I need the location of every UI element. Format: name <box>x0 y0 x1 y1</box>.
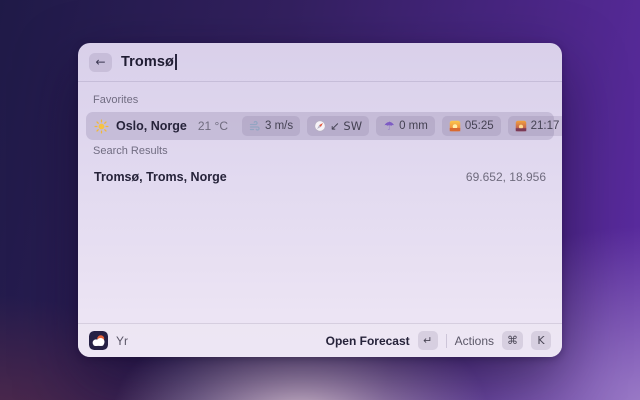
umbrella-icon: ☂ <box>383 119 395 133</box>
sunset-tag: 21:17 <box>507 116 562 136</box>
text-cursor <box>175 54 177 70</box>
precipitation-value: 0 mm <box>399 120 428 132</box>
back-button[interactable]: ← <box>89 52 112 72</box>
wind-speed-value: 3 m/s <box>265 120 294 132</box>
sunrise-icon <box>449 120 461 132</box>
favorite-title: Oslo, Norge <box>116 119 187 133</box>
yr-app-icon <box>89 331 108 350</box>
open-forecast-button[interactable]: Open Forecast <box>326 334 410 348</box>
search-query-text: Tromsø <box>121 54 174 70</box>
weather-tags: 3 m/s ↙ SW ☂ 0 mm 05:25 21:17 <box>242 116 562 136</box>
wind-direction-tag: ↙ SW <box>307 116 370 136</box>
actions-menu-button[interactable]: Actions <box>455 334 494 348</box>
wind-icon <box>249 120 261 132</box>
footer-separator <box>445 333 447 348</box>
launcher-window: ← Tromsø Favorites Oslo, Norge 21 °C 3 m… <box>78 43 562 357</box>
sunset-icon <box>515 120 527 132</box>
search-input[interactable]: Tromsø <box>121 54 177 70</box>
command-key-icon[interactable]: ⌘ <box>502 331 523 350</box>
action-bar: Yr Open Forecast ↵ Actions ⌘ K <box>78 323 562 357</box>
coordinates-text: 69.652, 18.956 <box>465 170 546 184</box>
footer-actions: Open Forecast ↵ Actions ⌘ K <box>326 331 551 350</box>
compass-icon <box>314 120 326 132</box>
favorite-temperature: 21 °C <box>197 119 228 133</box>
results-list: Favorites Oslo, Norge 21 °C 3 m/s ↙ SW ☂… <box>78 82 562 323</box>
sun-icon <box>94 118 109 134</box>
search-bar: ← Tromsø <box>78 43 562 81</box>
wind-speed-tag: 3 m/s <box>242 116 301 136</box>
list-item-favorite-oslo[interactable]: Oslo, Norge 21 °C 3 m/s ↙ SW ☂ 0 mm 05:2… <box>86 112 562 140</box>
section-header-favorites: Favorites <box>93 94 139 106</box>
list-item-search-result-tromso[interactable]: Tromsø, Troms, Norge 69.652, 18.956 <box>86 163 554 191</box>
section-header-search-results: Search Results <box>93 145 168 157</box>
app-name-label: Yr <box>116 333 128 348</box>
sunrise-value: 05:25 <box>464 120 494 132</box>
k-key-icon[interactable]: K <box>531 331 551 350</box>
wind-direction-value: ↙ SW <box>330 119 363 133</box>
back-arrow-icon: ← <box>95 54 106 69</box>
sunrise-tag: 05:25 <box>441 116 501 136</box>
precipitation-tag: ☂ 0 mm <box>376 116 435 136</box>
sunset-value: 21:17 <box>530 120 560 132</box>
return-key-icon[interactable]: ↵ <box>417 331 438 350</box>
search-result-title: Tromsø, Troms, Norge <box>94 170 227 184</box>
